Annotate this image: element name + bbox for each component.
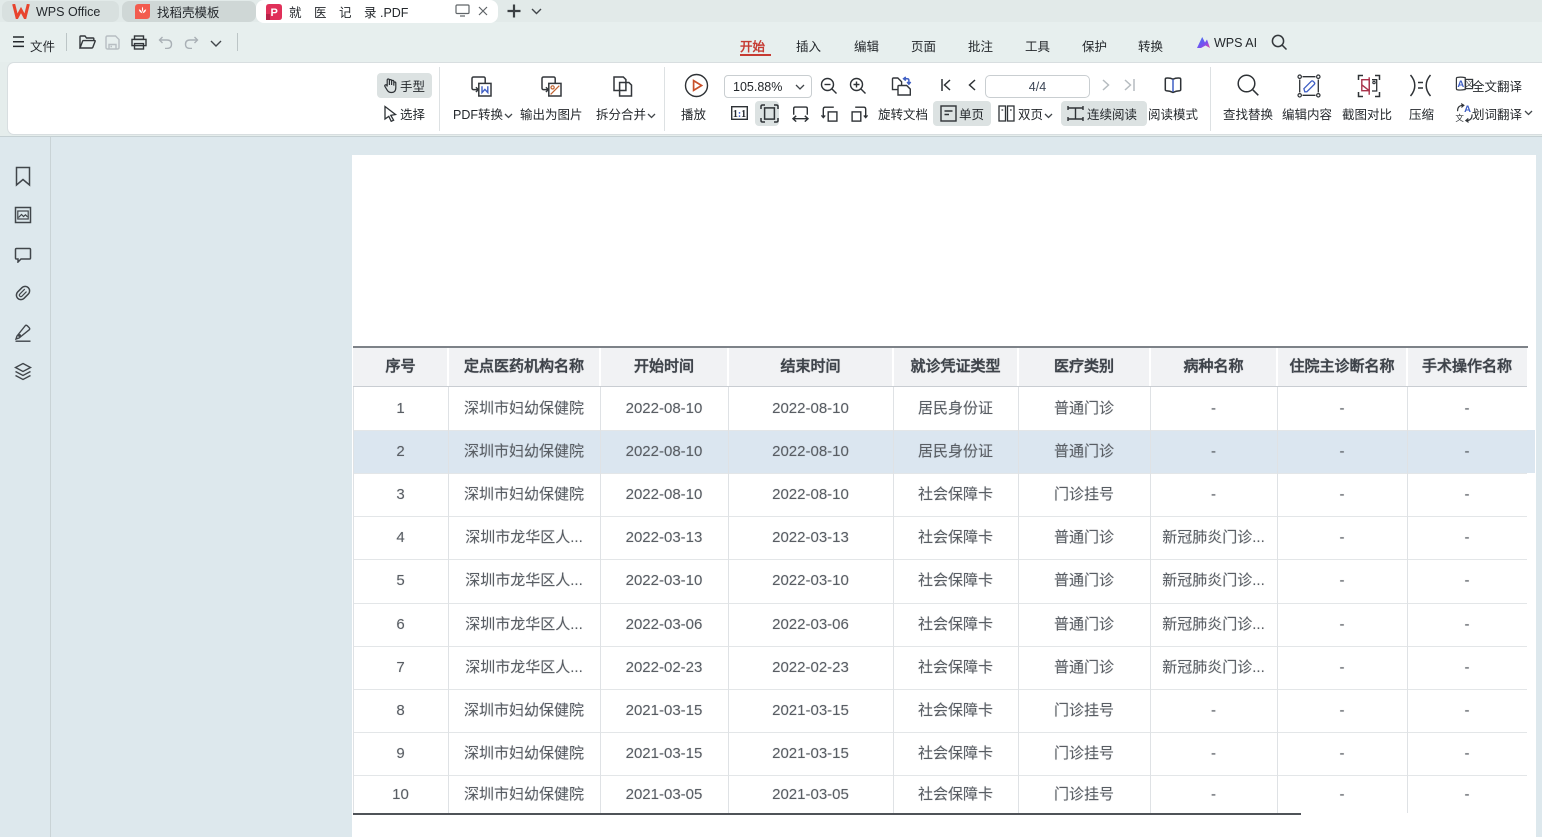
svg-text:A: A xyxy=(1457,79,1464,90)
svg-text:文: 文 xyxy=(1455,113,1464,123)
svg-text:A: A xyxy=(1464,104,1471,115)
svg-text:P: P xyxy=(271,7,278,19)
svg-text:1:1: 1:1 xyxy=(732,108,745,119)
